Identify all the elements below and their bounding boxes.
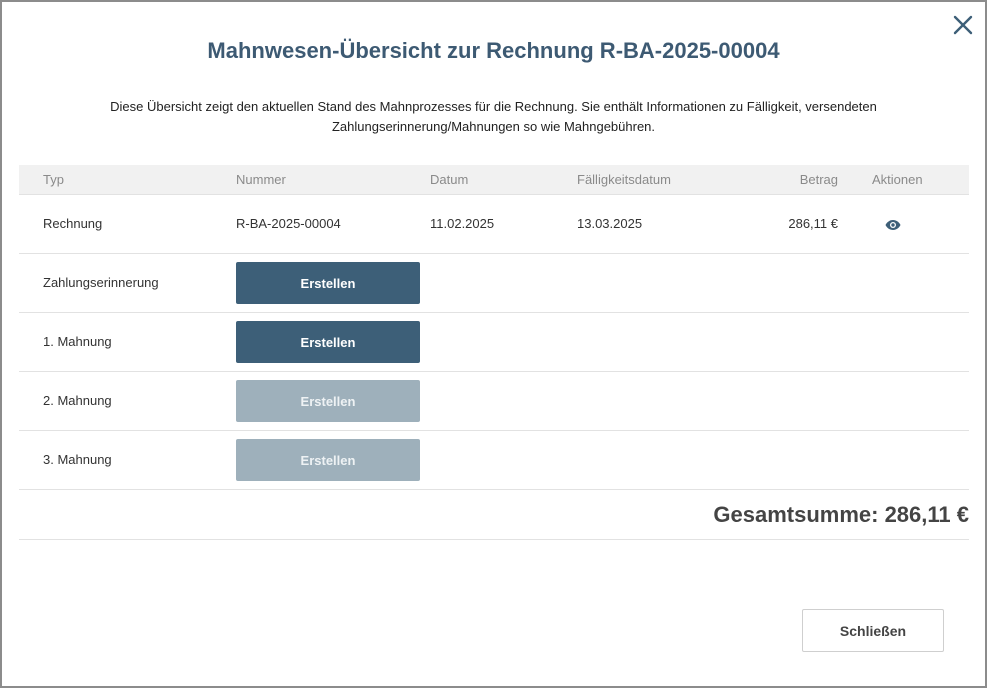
create-mahnung-2-button[interactable]: Erstellen <box>236 380 420 422</box>
mahnung-3-typ: 3. Mahnung <box>43 452 112 467</box>
create-mahnung-1-button[interactable]: Erstellen <box>236 321 420 363</box>
header-typ: Typ <box>43 172 64 187</box>
invoice-betrag: 286,11 € <box>788 216 838 231</box>
table-row-invoice: Rechnung R-BA-2025-00004 11.02.2025 13.0… <box>19 195 969 254</box>
total-row: Gesamtsumme: 286,11 € <box>19 490 969 540</box>
header-datum: Datum <box>430 172 469 187</box>
total-amount: Gesamtsumme: 286,11 € <box>713 502 969 527</box>
header-faelligkeitsdatum: Fälligkeitsdatum <box>577 172 671 187</box>
header-nummer: Nummer <box>236 172 286 187</box>
dialog-description: Diese Übersicht zeigt den aktuellen Stan… <box>110 99 877 134</box>
mahnung-1-typ: 1. Mahnung <box>43 334 112 349</box>
close-icon[interactable] <box>952 14 974 36</box>
header-betrag: Betrag <box>799 172 838 187</box>
reminder-typ: Zahlungserinnerung <box>43 275 159 290</box>
invoice-typ: Rechnung <box>43 216 103 231</box>
mahnwesen-dialog: Mahnwesen-Übersicht zur Rechnung R-BA-20… <box>2 2 985 686</box>
table-row-mahnung-3: 3. Mahnung Erstellen <box>19 431 969 490</box>
invoice-datum: 11.02.2025 <box>430 216 495 231</box>
create-mahnung-3-button[interactable]: Erstellen <box>236 439 420 481</box>
create-zahlungserinnerung-button[interactable]: Erstellen <box>236 262 420 304</box>
table-row-zahlungserinnerung: Zahlungserinnerung Erstellen <box>19 254 969 313</box>
dunning-table: Typ Nummer Datum Fälligkeitsdatum Betrag… <box>19 165 969 540</box>
invoice-faelligkeitsdatum: 13.03.2025 <box>577 216 643 231</box>
table-row-mahnung-1: 1. Mahnung Erstellen <box>19 313 969 372</box>
header-aktionen: Aktionen <box>872 172 923 187</box>
eye-icon[interactable] <box>885 218 901 230</box>
mahnung-2-typ: 2. Mahnung <box>43 393 112 408</box>
table-header: Typ Nummer Datum Fälligkeitsdatum Betrag… <box>19 165 969 195</box>
close-button[interactable]: Schließen <box>802 609 944 652</box>
invoice-nummer: R-BA-2025-00004 <box>236 216 341 231</box>
table-row-mahnung-2: 2. Mahnung Erstellen <box>19 372 969 431</box>
dialog-title: Mahnwesen-Übersicht zur Rechnung R-BA-20… <box>207 38 780 63</box>
